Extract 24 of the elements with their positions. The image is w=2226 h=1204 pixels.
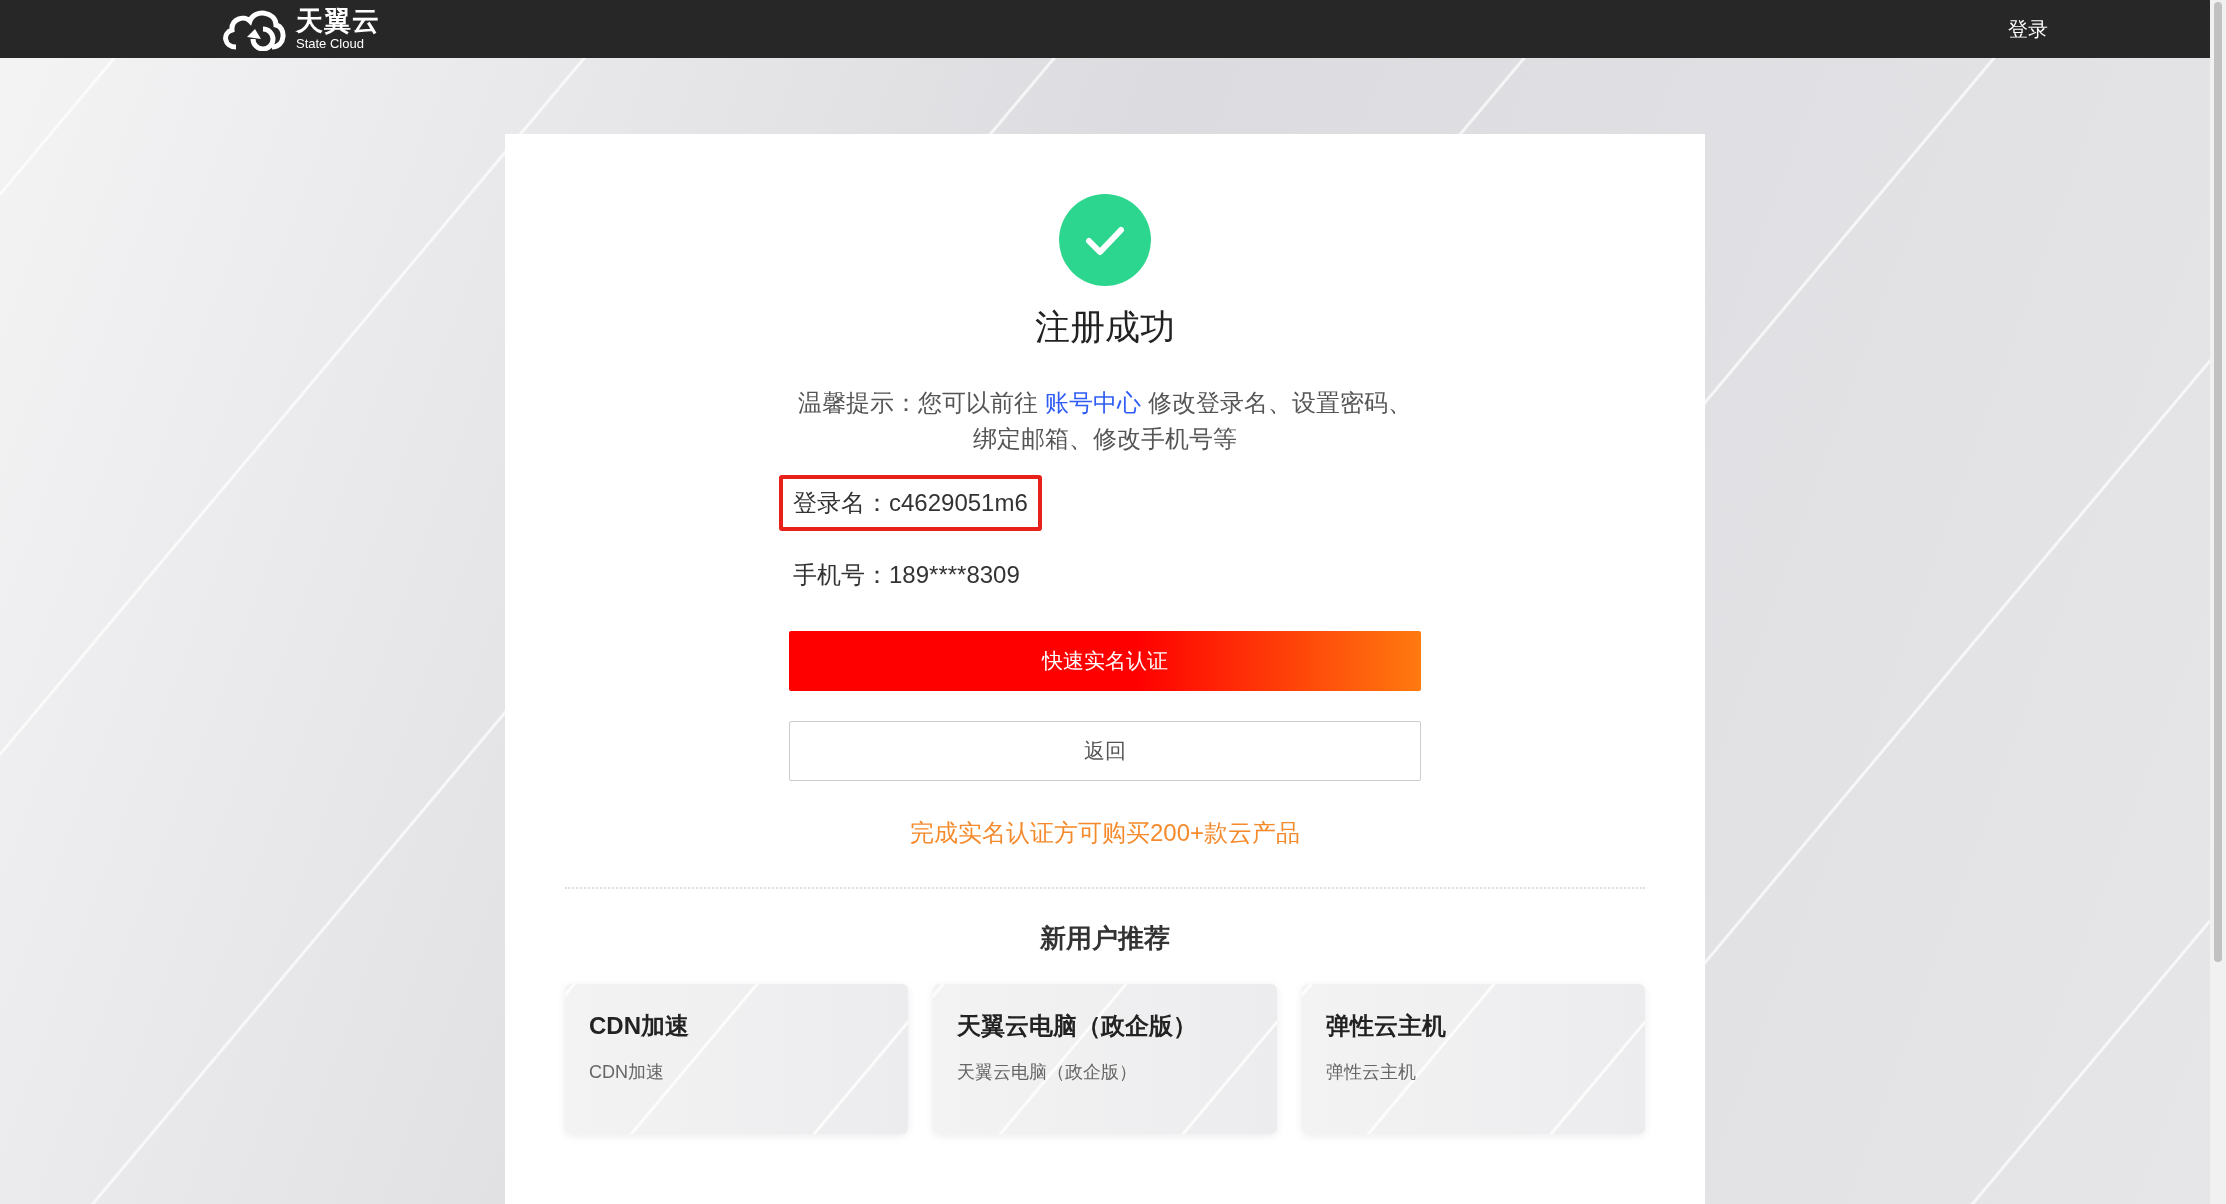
- logo-subtitle: State Cloud: [296, 37, 365, 50]
- back-button[interactable]: 返回: [789, 721, 1421, 781]
- product-name: 天翼云电脑（政企版）: [957, 1011, 1199, 1041]
- scrollbar[interactable]: [2210, 0, 2226, 1204]
- verification-notice: 完成实名认证方可购买200+款云产品: [908, 818, 1302, 848]
- product-card[interactable]: 弹性云主机 弹性云主机: [1301, 984, 1645, 1134]
- tip-text: 温馨提示：您可以前往 账号中心 修改登录名、设置密码、绑定邮箱、修改手机号等: [797, 389, 1413, 454]
- product-card[interactable]: CDN加速 CDN加速: [565, 984, 909, 1134]
- product-description: 弹性云主机: [1325, 1061, 1417, 1084]
- section-title: 新用户推荐: [1039, 922, 1171, 955]
- product-description: CDN加速: [589, 1061, 665, 1084]
- success-title: 注册成功: [1035, 306, 1175, 348]
- account-center-link[interactable]: 账号中心: [1045, 390, 1141, 416]
- product-name: CDN加速: [589, 1011, 690, 1041]
- scrollbar-thumb[interactable]: [2214, 2, 2222, 962]
- highlighted-field: 登录名：c4629051m6: [779, 475, 1042, 531]
- account-field: 手机号：189****8309: [779, 547, 1034, 603]
- login-link[interactable]: 登录: [2008, 15, 2048, 43]
- product-card[interactable]: 天翼云电脑（政企版） 天翼云电脑（政企版）: [933, 984, 1277, 1134]
- product-name: 弹性云主机: [1325, 1011, 1447, 1041]
- success-check-icon: [1059, 194, 1151, 286]
- verify-button[interactable]: 快速实名认证: [789, 631, 1421, 691]
- logo-text: 天翼云: [296, 8, 380, 35]
- product-description: 天翼云电脑（政企版）: [957, 1061, 1139, 1084]
